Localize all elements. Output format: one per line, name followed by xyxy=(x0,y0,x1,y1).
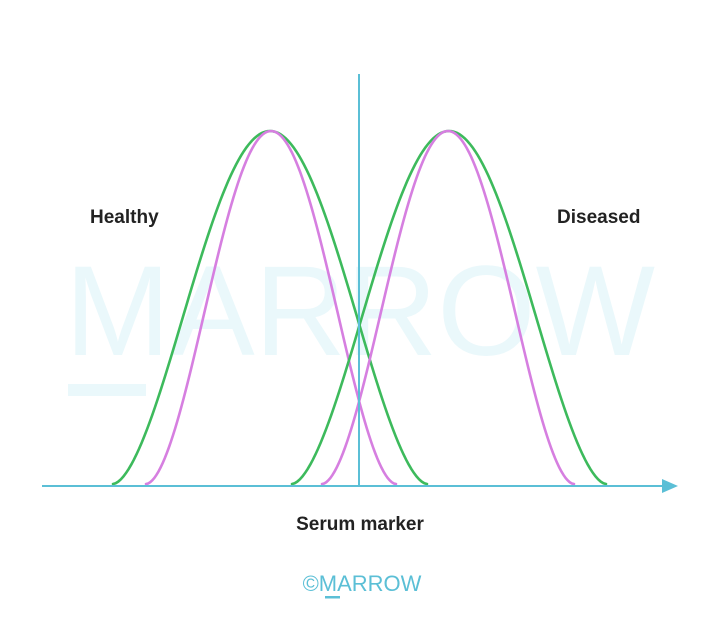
brand-text: ©MARROW xyxy=(303,571,422,596)
diseased-label: Diseased xyxy=(557,207,640,228)
brand-logo: ©MARROW xyxy=(303,571,422,599)
x-axis-arrow-icon xyxy=(662,479,678,493)
diagnostic-cutoff-diagram: MARROW Healthy Diseased Serum marker ©MA… xyxy=(42,74,678,599)
copyright-icon: © xyxy=(303,571,319,596)
x-axis-label: Serum marker xyxy=(296,514,424,535)
watermark-underline xyxy=(68,384,146,396)
healthy-label: Healthy xyxy=(90,207,159,228)
brand-name: MARROW xyxy=(319,571,422,596)
watermark-text: MARROW xyxy=(65,240,655,383)
watermark: MARROW xyxy=(65,240,655,396)
brand-underline xyxy=(325,596,340,599)
